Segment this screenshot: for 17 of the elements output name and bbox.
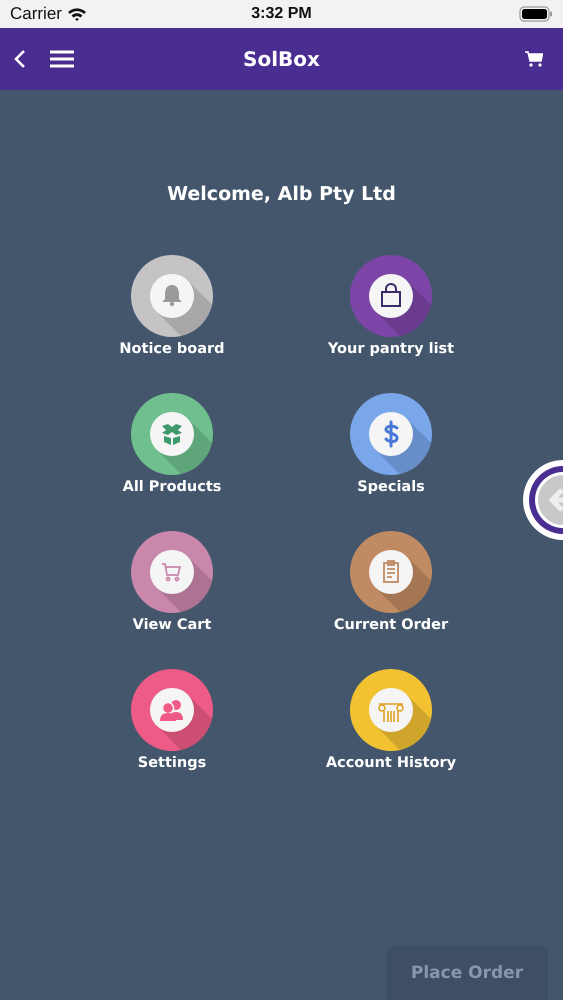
menu-tile[interactable]: Specials (350, 393, 432, 495)
back-icon[interactable] (14, 49, 26, 69)
menu-icon[interactable] (50, 50, 74, 68)
carrier-name: Carrier (10, 4, 62, 24)
cart-icon[interactable] (525, 51, 543, 67)
welcome-message: Welcome, Alb Pty Ltd (167, 183, 396, 205)
menu-tile[interactable]: All Products (122, 393, 222, 495)
menu-tile[interactable]: Notice board (119, 255, 225, 357)
menu-tile[interactable]: Your pantry list (328, 255, 454, 357)
menu-tile[interactable]: Current Order (334, 531, 448, 633)
menu-tile[interactable]: Settings (131, 669, 213, 771)
clock-time: 3:32 PM (251, 5, 312, 23)
app-title: SolBox (243, 47, 320, 71)
menu-tile[interactable]: View Cart (131, 531, 213, 633)
battery-icon (519, 6, 553, 22)
wifi-icon (66, 7, 87, 21)
menu-tile[interactable]: Account History (326, 669, 456, 771)
